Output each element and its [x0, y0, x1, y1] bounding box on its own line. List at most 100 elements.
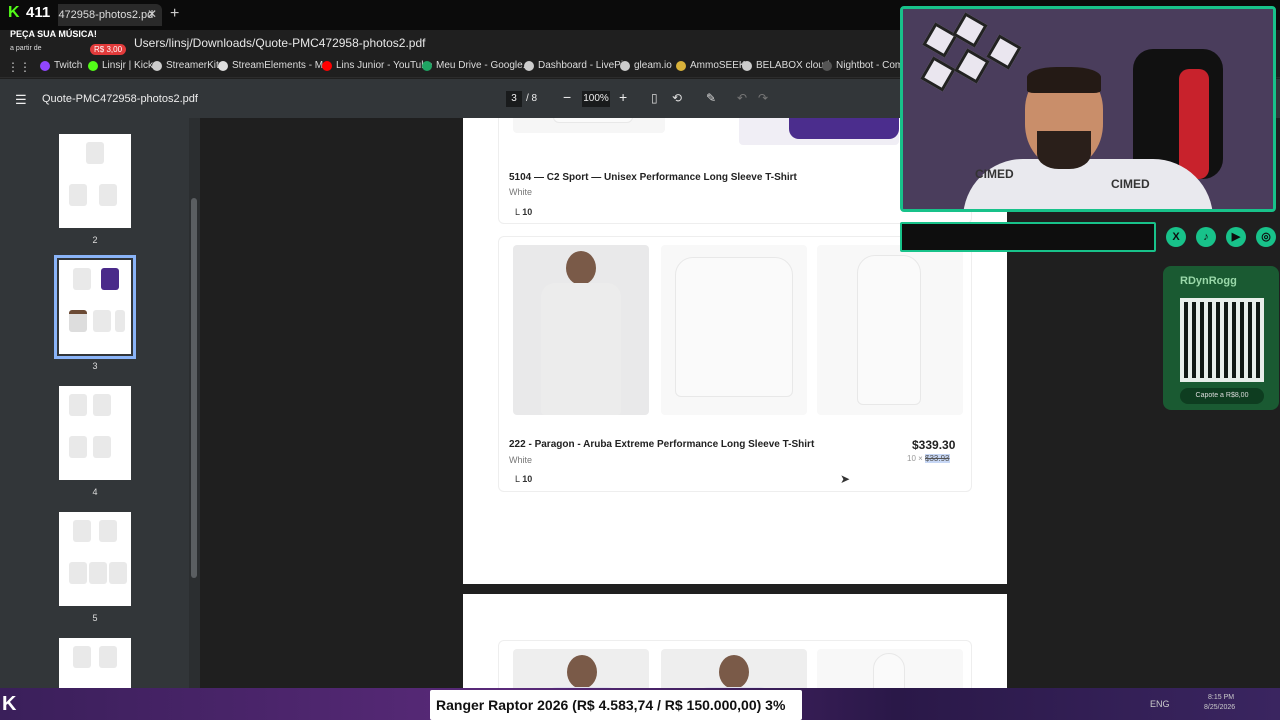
x-icon: X [1166, 227, 1186, 247]
zoom-level-input[interactable]: 100% [582, 91, 610, 107]
product-card: 222 - Paragon - Aruba Extreme Performanc… [498, 236, 972, 492]
apps-icon[interactable]: ⋮⋮ [7, 60, 31, 74]
shirt-thumb [69, 562, 87, 584]
shirt-thumb [115, 310, 125, 332]
streamer-beard [1037, 131, 1091, 169]
shirt-thumb [93, 310, 111, 332]
shirt-front-image [661, 245, 807, 415]
social-overlay: X ♪ ▶ ◎ [900, 222, 1280, 254]
thumbnail-page-4[interactable] [59, 386, 131, 480]
shirt-thumb [99, 646, 117, 668]
bookmark-label: Twitch [54, 60, 83, 71]
mouse-cursor-icon: ➤ [840, 472, 851, 486]
zoom-out-icon[interactable]: − [563, 89, 571, 105]
thumbnail-label: 3 [92, 361, 98, 371]
bookmark-streamerkit[interactable]: StreamerKit [152, 60, 219, 71]
thumbnail-label: 4 [92, 487, 98, 497]
bookmark-youtube[interactable]: Lins Junior - YouTube [322, 60, 432, 71]
song-sub: a partir de [10, 45, 42, 52]
product-image [513, 118, 665, 133]
shirt-thumb [69, 436, 87, 458]
shirt-thumb [93, 394, 111, 416]
youtube-icon: ▶ [1226, 227, 1246, 247]
tray-time[interactable]: 8:15 PM [1208, 694, 1234, 701]
model-image [661, 649, 807, 688]
shirt-thumb [86, 142, 104, 164]
youtube-icon [322, 60, 332, 71]
size-label: L [515, 474, 520, 484]
bookmark-gleam[interactable]: gleam.io [620, 60, 672, 71]
bookmark-belabox[interactable]: BELABOX cloud [742, 60, 829, 71]
size-qty: 10 [522, 207, 533, 217]
product-title: 222 - Paragon - Aruba Extreme Performanc… [509, 439, 815, 450]
bookmark-label: BELABOX cloud [756, 60, 830, 71]
annotate-icon[interactable]: ✎ [706, 91, 716, 105]
model-head [567, 655, 597, 688]
shirt-logo: CIMED [1111, 177, 1150, 191]
scrollbar-thumb[interactable] [191, 198, 197, 578]
gleam-icon [620, 60, 630, 71]
shirt-thumb [93, 436, 111, 458]
shirt-image [873, 653, 905, 688]
shirt-side-image [817, 245, 963, 415]
bookmark-kick[interactable]: Linsjr | Kick [88, 60, 153, 71]
qr-footer: Capote a R$8,00 [1180, 388, 1264, 404]
close-icon[interactable]: ✕ [147, 7, 157, 21]
sidebar-scrollbar[interactable] [189, 118, 200, 688]
kick-count: 411 [26, 4, 51, 21]
tiktok-icon: ♪ [1196, 227, 1216, 247]
page-number-input[interactable]: 3 [506, 91, 522, 107]
product-color: White [509, 455, 533, 465]
size-tag: L 10 [515, 474, 532, 484]
new-tab-icon[interactable]: + [170, 5, 179, 23]
undo-icon[interactable]: ↶ [737, 91, 747, 105]
url-field[interactable]: Users/linsj/Downloads/Quote-PMC472958-ph… [134, 36, 426, 50]
thumbnail-page-2[interactable] [59, 134, 131, 228]
webcam-overlay: CIMED CIMED [900, 6, 1276, 212]
fit-page-icon[interactable]: ▯ [651, 91, 658, 105]
shirt-thumb [73, 268, 91, 290]
qr-title: RDynRogg [1180, 275, 1237, 287]
size-label: L [515, 207, 520, 217]
bookmark-label: AmmoSEEK [690, 60, 746, 71]
social-handle-bar [900, 222, 1156, 252]
shirt-logo: CIMED [975, 167, 1014, 181]
globe-icon [524, 60, 534, 71]
gaming-chair-accent [1179, 69, 1209, 179]
bookmark-ammoseek[interactable]: AmmoSEEK [676, 60, 746, 71]
bookmark-livepix[interactable]: Dashboard - LivePix [524, 60, 628, 71]
tray-date[interactable]: 8/25/2026 [1204, 704, 1235, 711]
rotate-icon[interactable]: ⟲ [672, 91, 682, 105]
drive-icon [422, 60, 432, 71]
bookmark-label: StreamElements - M... [232, 60, 332, 71]
thumbnail-label: 2 [92, 235, 98, 245]
ammoseek-icon [676, 60, 686, 71]
globe-icon [152, 60, 162, 71]
bookmark-streamelements[interactable]: StreamElements - M... [218, 60, 331, 71]
thumbnail-label: 5 [92, 613, 98, 623]
menu-icon[interactable]: ☰ [15, 92, 27, 108]
shirt-image [857, 255, 921, 405]
model-head [719, 655, 749, 688]
thumbnail-page-6[interactable] [59, 638, 131, 688]
song-title: PEÇA SUA MÚSICA! [10, 29, 97, 39]
goal-ticker: Ranger Raptor 2026 (R$ 4.583,74 / R$ 150… [430, 690, 802, 720]
redo-icon[interactable]: ↷ [758, 91, 768, 105]
purple-shirt-image [789, 118, 899, 139]
shirt-image [817, 649, 963, 688]
bookmark-label: StreamerKit [166, 60, 219, 71]
product-image [739, 118, 899, 145]
kick-badge: K 411 [0, 0, 58, 30]
bookmark-nightbot[interactable]: Nightbot - Comm [822, 60, 912, 71]
product-price: $339.30 [912, 438, 956, 452]
shirt-image [675, 257, 793, 397]
bookmark-twitch[interactable]: Twitch [40, 60, 82, 71]
zoom-in-icon[interactable]: + [619, 89, 627, 105]
tray-language[interactable]: ENG [1150, 699, 1170, 709]
bookmark-google-drive[interactable]: Meu Drive - Google... [422, 60, 531, 71]
thumbnail-page-3[interactable] [54, 255, 136, 359]
kick-logo-icon: K [8, 4, 20, 21]
song-price: R$ 3,00 [90, 44, 127, 55]
size-qty: 10 [522, 474, 533, 484]
thumbnail-page-5[interactable] [59, 512, 131, 606]
